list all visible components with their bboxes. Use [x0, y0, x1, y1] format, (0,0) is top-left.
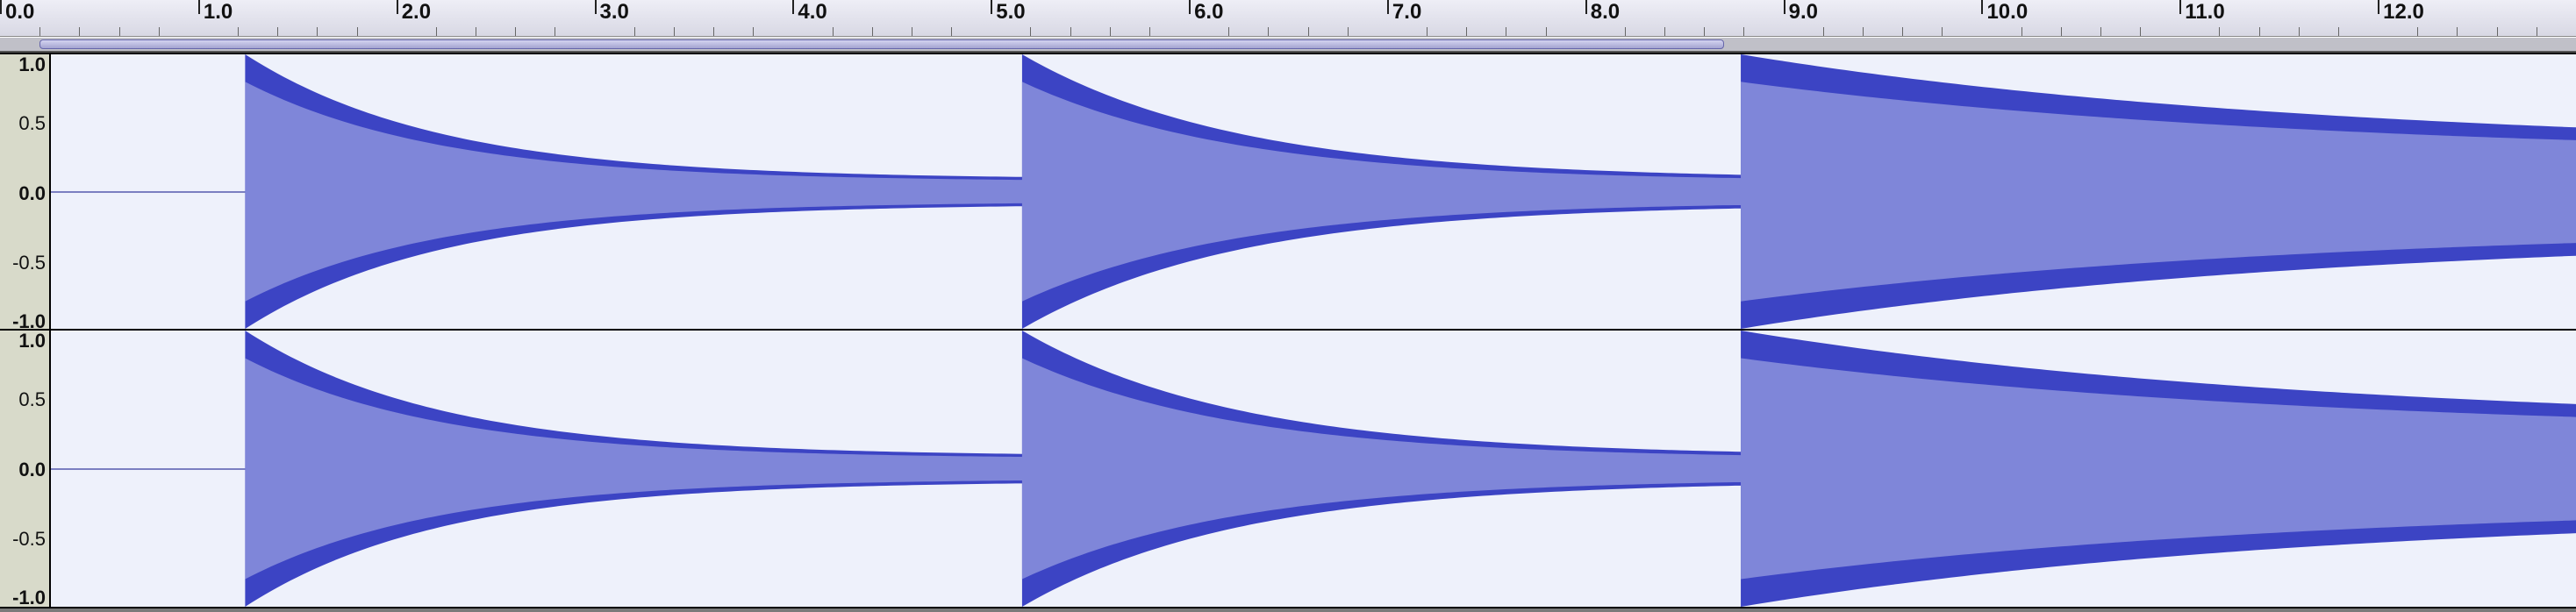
amplitude-tick-label: 1.0	[18, 330, 46, 352]
amplitude-ruler[interactable]: 1.00.50.0-0.5-1.0	[0, 54, 51, 329]
amplitude-ruler[interactable]: 1.0 0.5 0.0 -0.5 -1.0	[0, 331, 51, 607]
timeline-tick-label: 9.0	[1789, 0, 1818, 25]
audio-track[interactable]: 1.00.50.0-0.5-1.0	[0, 53, 2576, 331]
timeline-tick-label: 6.0	[1194, 0, 1223, 25]
timeline-tick-label: 8.0	[1591, 0, 1620, 25]
timeline-selection[interactable]	[39, 39, 1724, 49]
timeline-tick-label: 5.0	[996, 0, 1025, 25]
timeline-tick-label: 7.0	[1392, 0, 1421, 25]
waveform-svg	[51, 54, 2576, 329]
timeline-tick-label: 4.0	[798, 0, 826, 25]
timeline-tick-label: 12.0	[2383, 0, 2424, 25]
waveform-svg	[51, 331, 2576, 607]
timeline-tick-label: 11.0	[2185, 0, 2224, 25]
amplitude-tick-label: 0.0	[18, 182, 46, 205]
timeline-tick-label: 10.0	[1986, 0, 2028, 25]
waveform-display[interactable]	[51, 54, 2576, 329]
timeline-tick-label: 3.0	[600, 0, 629, 25]
amplitude-tick-label: -0.5	[12, 528, 46, 551]
amplitude-tick-label: 0.5	[18, 388, 46, 411]
selection-bar[interactable]	[0, 37, 2576, 53]
waveform-display[interactable]	[51, 331, 2576, 607]
amplitude-tick-label: -0.5	[12, 252, 46, 274]
timeline-tick-label: 0.0	[5, 0, 34, 25]
timeline-tick-label: 1.0	[204, 0, 233, 25]
amplitude-tick-label: 1.0	[18, 53, 46, 76]
amplitude-tick-label: 0.5	[18, 112, 46, 135]
timeline-tick-label: 2.0	[402, 0, 431, 25]
amplitude-tick-label: 0.0	[18, 459, 46, 481]
timeline-ruler[interactable]: 0.0 1.0 2.0 3.0 4.0 5.0 6.0 7.0 8.0 9.0 10.0 11.0 12…	[0, 0, 2576, 37]
amplitude-tick-label: -1.0	[12, 587, 46, 609]
audio-track[interactable]: 1.0 0.5 0.0 -0.5 -1.0	[0, 331, 2576, 608]
